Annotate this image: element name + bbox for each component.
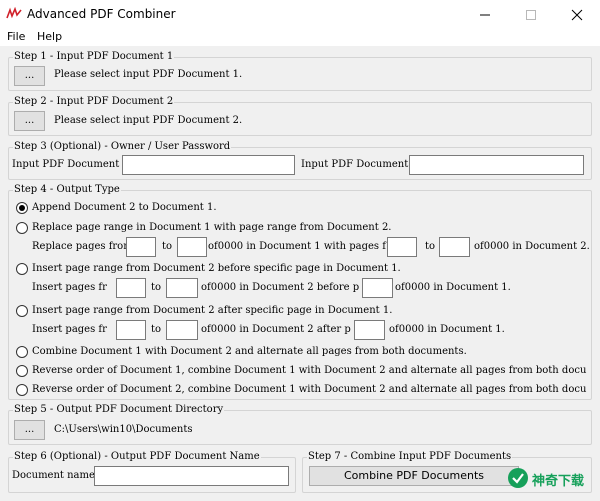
option-reverse-doc2-label: Reverse order of Document 2, combine Doc… bbox=[32, 384, 587, 395]
password2-label: Input PDF Document 2 bbox=[301, 159, 418, 170]
browse-document1-button[interactable]: ... bbox=[14, 66, 45, 86]
insert-before-doc2-label: of0000 in Document 2 before p bbox=[201, 282, 360, 293]
step3-group: Step 3 (Optional) - Owner / User Passwor… bbox=[8, 141, 592, 180]
password1-label: Input PDF Document 1 bbox=[12, 159, 129, 170]
insert-after-page-input[interactable] bbox=[354, 320, 385, 340]
insert-before-to-label: to bbox=[151, 282, 162, 293]
insert-before-from-input[interactable] bbox=[116, 278, 146, 298]
document-name-label: Document name: bbox=[12, 470, 99, 481]
replace-doc2-label: of0000 in Document 2. bbox=[474, 241, 590, 252]
password1-input[interactable] bbox=[122, 155, 295, 175]
step5-group: Step 5 - Output PDF Document Directory .… bbox=[8, 404, 592, 445]
option-insert-before-label: Insert page range from Document 2 before… bbox=[32, 263, 401, 274]
radio-replace[interactable] bbox=[16, 222, 28, 234]
watermark-text: 神奇下载 bbox=[532, 474, 585, 489]
window-title: Advanced PDF Combiner bbox=[27, 7, 176, 21]
app-logo-icon bbox=[6, 7, 22, 19]
insert-before-doc1-label: of0000 in Document 1. bbox=[395, 282, 511, 293]
replace-pages-to-label: to bbox=[425, 241, 436, 252]
insert-after-to-label: to bbox=[151, 324, 162, 335]
radio-reverse-doc1[interactable] bbox=[16, 365, 28, 377]
replace-to-input[interactable] bbox=[177, 237, 207, 257]
step4-group: Step 4 - Output Type Append Document 2 t… bbox=[8, 184, 592, 400]
radio-insert-after[interactable] bbox=[16, 305, 28, 317]
insert-before-to-input[interactable] bbox=[166, 278, 198, 298]
step7-legend: Step 7 - Combine Input PDF Documents bbox=[307, 451, 513, 462]
close-button[interactable] bbox=[554, 0, 600, 29]
insert-before-from-label: Insert pages fr bbox=[32, 282, 107, 293]
step2-group: Step 2 - Input PDF Document 2 ... Please… bbox=[8, 96, 592, 136]
insert-before-page-input[interactable] bbox=[362, 278, 393, 298]
option-append-label: Append Document 2 to Document 1. bbox=[32, 202, 217, 213]
radio-insert-before[interactable] bbox=[16, 263, 28, 275]
password2-input[interactable] bbox=[409, 155, 584, 175]
output-directory-path: C:\Users\win10\Documents bbox=[54, 424, 193, 435]
menu-help[interactable]: Help bbox=[37, 30, 62, 43]
radio-combine-alternate[interactable] bbox=[16, 346, 28, 358]
title-bar: Advanced PDF Combiner bbox=[0, 0, 600, 29]
watermark: 神奇下载 bbox=[508, 466, 596, 490]
minimize-button[interactable] bbox=[462, 0, 508, 29]
insert-after-from-label: Insert pages fr bbox=[32, 324, 107, 335]
option-combine-alternate-label: Combine Document 1 with Document 2 and a… bbox=[32, 346, 467, 357]
insert-after-doc2-label: of0000 in Document 2 after p bbox=[201, 324, 351, 335]
insert-after-from-input[interactable] bbox=[116, 320, 146, 340]
radio-reverse-doc2[interactable] bbox=[16, 384, 28, 396]
document-name-input[interactable] bbox=[94, 466, 289, 486]
option-replace-label: Replace page range in Document 1 with pa… bbox=[32, 222, 392, 233]
option-reverse-doc1-label: Reverse order of Document 1, combine Doc… bbox=[32, 365, 587, 376]
radio-append[interactable] bbox=[16, 202, 28, 214]
replace-from-label: Replace pages from bbox=[32, 241, 133, 252]
step6-group: Step 6 (Optional) - Output PDF Document … bbox=[8, 451, 296, 493]
replace-pages-from-input[interactable] bbox=[387, 237, 417, 257]
replace-doc1-label: of0000 in Document 1 with pages f bbox=[208, 241, 386, 252]
replace-pages-to-input[interactable] bbox=[439, 237, 470, 257]
menu-bar: File Help bbox=[0, 29, 600, 46]
browse-document2-button[interactable]: ... bbox=[14, 111, 45, 131]
step5-legend: Step 5 - Output PDF Document Directory bbox=[13, 404, 225, 415]
step6-legend: Step 6 (Optional) - Output PDF Document … bbox=[13, 451, 261, 462]
step1-group: Step 1 - Input PDF Document 1 ... Please… bbox=[8, 51, 592, 91]
menu-file[interactable]: File bbox=[7, 30, 25, 43]
insert-after-to-input[interactable] bbox=[166, 320, 198, 340]
maximize-button[interactable] bbox=[508, 0, 554, 29]
step1-legend: Step 1 - Input PDF Document 1 bbox=[13, 51, 175, 62]
step2-legend: Step 2 - Input PDF Document 2 bbox=[13, 96, 175, 107]
replace-to-label: to bbox=[162, 241, 173, 252]
watermark-logo-icon bbox=[508, 468, 528, 488]
step3-legend: Step 3 (Optional) - Owner / User Passwor… bbox=[13, 141, 232, 152]
insert-after-doc1-label: of0000 in Document 1. bbox=[389, 324, 505, 335]
browse-output-dir-button[interactable]: ... bbox=[14, 420, 45, 440]
document1-status: Please select input PDF Document 1. bbox=[54, 69, 243, 80]
close-icon bbox=[571, 9, 583, 21]
minimize-icon bbox=[480, 14, 490, 16]
maximize-icon bbox=[526, 10, 536, 20]
option-insert-after-label: Insert page range from Document 2 after … bbox=[32, 305, 393, 316]
document2-status: Please select input PDF Document 2. bbox=[54, 115, 243, 126]
replace-from-input[interactable] bbox=[126, 237, 156, 257]
combine-pdf-documents-button[interactable]: Combine PDF Documents bbox=[309, 466, 519, 486]
step4-legend: Step 4 - Output Type bbox=[13, 184, 121, 195]
